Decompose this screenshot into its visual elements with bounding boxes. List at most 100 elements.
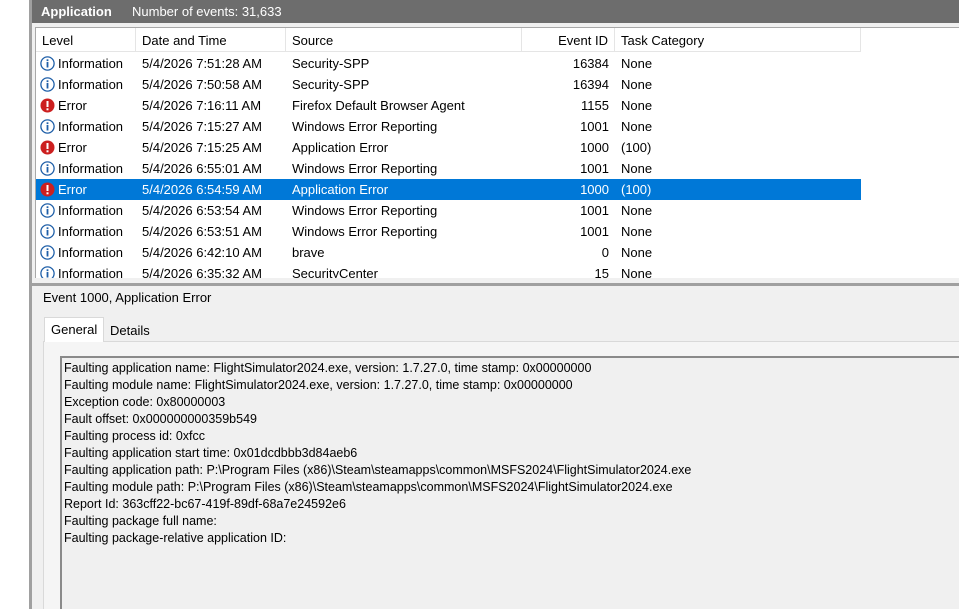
tab-strip-line xyxy=(43,341,959,342)
information-icon xyxy=(40,77,55,92)
table-row[interactable]: Information 5/4/2026 6:55:01 AM Windows Er… xyxy=(36,158,861,179)
column-event-id[interactable]: Event ID xyxy=(522,28,615,51)
task-category-cell: (100) xyxy=(621,140,652,155)
description-line: Exception code: 0x80000003 xyxy=(64,395,226,409)
level-label: Information xyxy=(58,119,124,134)
pane-divider[interactable] xyxy=(32,283,959,286)
date-time-cell: 5/4/2026 6:42:10 AM xyxy=(142,245,262,260)
event-count: Number of events: 31,633 xyxy=(132,4,282,19)
date-time-cell: 5/4/2026 6:35:32 AM xyxy=(142,266,262,278)
task-category-cell: None xyxy=(621,224,653,239)
information-icon xyxy=(40,203,55,218)
events-table: Level Date and Time Source Event ID Task… xyxy=(35,27,959,278)
event-viewer-panel: Application Number of events: 31,633 Lev… xyxy=(32,0,959,609)
task-category-cell: None xyxy=(621,161,653,176)
task-category-cell: None xyxy=(621,98,653,113)
table-row[interactable]: Error 5/4/2026 7:16:11 AM Firefox Default … xyxy=(36,95,861,116)
event-description-box[interactable]: Faulting application name: FlightSimulat… xyxy=(60,356,959,609)
level-cell: Information xyxy=(36,74,136,95)
error-icon xyxy=(40,182,55,197)
column-task-category[interactable]: Task Category xyxy=(615,28,861,51)
event-id-cell: 16384 xyxy=(572,56,609,71)
source-cell: Firefox Default Browser Agent xyxy=(292,98,465,113)
table-row[interactable]: Information 5/4/2026 7:51:28 AM Security-S… xyxy=(36,53,861,74)
event-id-cell: 1001 xyxy=(580,119,609,134)
column-date-time[interactable]: Date and Time xyxy=(136,28,286,51)
level-label: Information xyxy=(58,161,124,176)
table-row[interactable]: Information 5/4/2026 7:50:58 AM Security-S… xyxy=(36,74,861,95)
left-pane-edge xyxy=(0,0,29,609)
task-category-cell: None xyxy=(621,266,653,278)
source-cell: brave xyxy=(292,245,325,260)
error-icon xyxy=(40,98,55,113)
log-title: Application xyxy=(41,4,112,19)
information-icon xyxy=(40,161,55,176)
task-category-cell: None xyxy=(621,77,653,92)
level-cell: Information xyxy=(36,53,136,74)
source-cell: Windows Error Reporting xyxy=(292,161,438,176)
level-label: Information xyxy=(58,245,124,260)
level-cell: Information xyxy=(36,221,136,242)
description-line: Report Id: 363cff22-bc67-419f-89df-68a7e… xyxy=(64,497,346,511)
source-cell: Security-SPP xyxy=(292,56,370,71)
task-category-cell: None xyxy=(621,56,653,71)
date-time-cell: 5/4/2026 7:16:11 AM xyxy=(142,98,262,113)
level-label: Information xyxy=(58,224,124,239)
tab-general[interactable]: General xyxy=(44,317,104,342)
task-category-cell: None xyxy=(621,119,653,134)
level-cell: Error xyxy=(36,95,136,116)
source-cell: Security-SPP xyxy=(292,77,370,92)
task-category-cell: None xyxy=(621,203,653,218)
event-id-cell: 1000 xyxy=(580,140,609,155)
source-cell: Application Error xyxy=(292,182,389,197)
description-line: Faulting package full name: xyxy=(64,514,217,528)
information-icon xyxy=(40,119,55,134)
source-cell: Application Error xyxy=(292,140,389,155)
information-icon xyxy=(40,266,55,278)
event-id-cell: 1000 xyxy=(580,182,609,197)
information-icon xyxy=(40,56,55,71)
description-line: Faulting process id: 0xfcc xyxy=(64,429,206,443)
table-row[interactable]: Information 5/4/2026 6:42:10 AM brave 0 None xyxy=(36,242,861,263)
description-line: Faulting module name: FlightSimulator202… xyxy=(64,378,573,392)
level-cell: Error xyxy=(36,179,136,200)
source-cell: Windows Error Reporting xyxy=(292,203,438,218)
date-time-cell: 5/4/2026 6:55:01 AM xyxy=(142,161,262,176)
description-line: Faulting application start time: 0x01dcd… xyxy=(64,446,358,460)
event-id-cell: 15 xyxy=(594,266,609,278)
table-row[interactable]: Error 5/4/2026 7:15:25 AM Application Erro… xyxy=(36,137,861,158)
event-id-cell: 16394 xyxy=(572,77,609,92)
information-icon xyxy=(40,245,55,260)
error-icon xyxy=(40,140,55,155)
table-header: Level Date and Time Source Event ID Task… xyxy=(36,28,861,52)
event-id-cell: 1155 xyxy=(581,98,609,113)
level-cell: Information xyxy=(36,200,136,221)
date-time-cell: 5/4/2026 6:53:54 AM xyxy=(142,203,262,218)
description-line: Faulting application name: FlightSimulat… xyxy=(64,361,592,375)
level-label: Error xyxy=(58,98,87,113)
table-row[interactable]: Information 5/4/2026 6:53:51 AM Windows Er… xyxy=(36,221,861,242)
level-label: Information xyxy=(58,203,124,218)
event-id-cell: 1001 xyxy=(580,203,609,218)
date-time-cell: 5/4/2026 6:53:51 AM xyxy=(142,224,262,239)
level-cell: Information xyxy=(36,116,136,137)
table-row[interactable]: Information 5/4/2026 6:35:32 AM SecurityCe… xyxy=(36,263,861,278)
level-label: Error xyxy=(58,140,87,155)
description-line: Faulting module path: P:\Program Files (… xyxy=(64,480,673,494)
level-label: Information xyxy=(58,266,124,278)
task-category-cell: None xyxy=(621,245,653,260)
date-time-cell: 5/4/2026 7:15:25 AM xyxy=(142,140,262,155)
table-row[interactable]: Information 5/4/2026 7:15:27 AM Windows Er… xyxy=(36,116,861,137)
description-line: Faulting package-relative application ID… xyxy=(64,531,287,545)
information-icon xyxy=(40,224,55,239)
source-cell: Windows Error Reporting xyxy=(292,224,438,239)
date-time-cell: 5/4/2026 7:50:58 AM xyxy=(142,77,262,92)
date-time-cell: 5/4/2026 7:51:28 AM xyxy=(142,56,262,71)
tab-details[interactable]: Details xyxy=(104,319,154,343)
column-source[interactable]: Source xyxy=(286,28,522,51)
column-level[interactable]: Level xyxy=(36,28,136,51)
event-id-cell: 1001 xyxy=(580,161,609,176)
table-row[interactable]: Information 5/4/2026 6:53:54 AM Windows Er… xyxy=(36,200,861,221)
table-row-selected[interactable]: Error 5/4/2026 6:54:59 AM Application Erro… xyxy=(36,179,861,200)
date-time-cell: 5/4/2026 6:54:59 AM xyxy=(142,182,262,197)
